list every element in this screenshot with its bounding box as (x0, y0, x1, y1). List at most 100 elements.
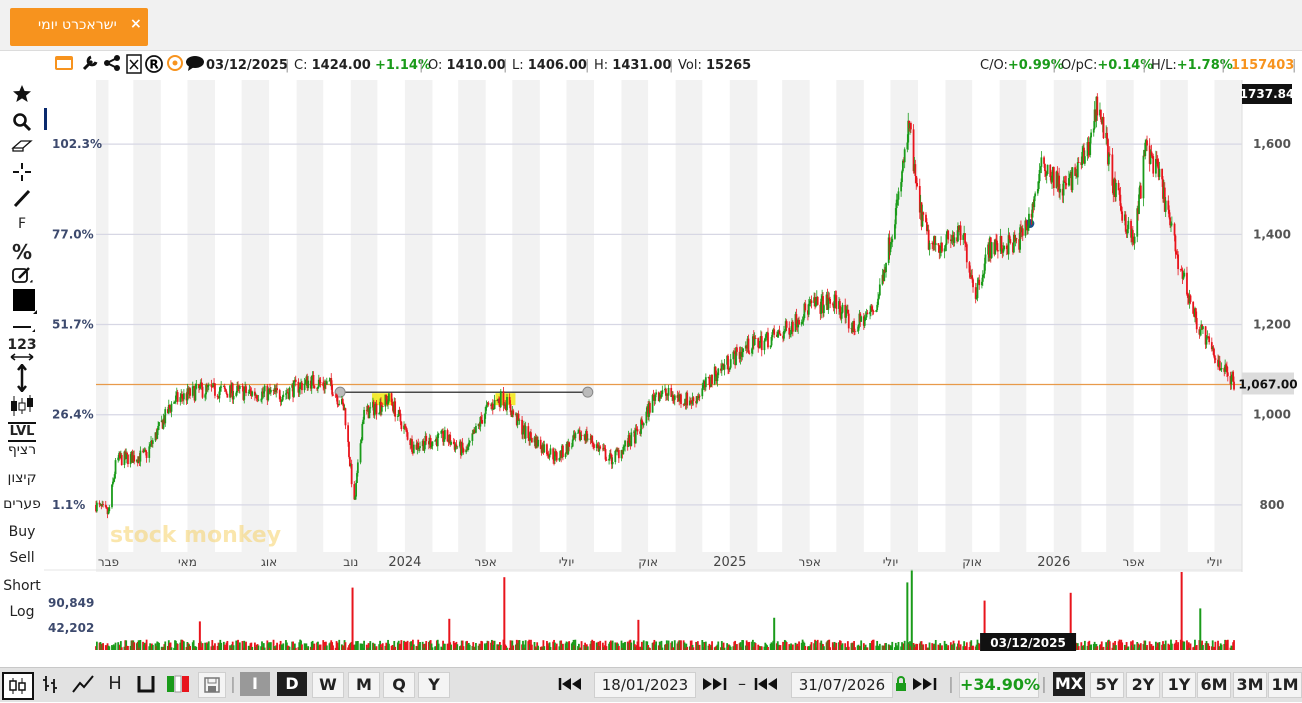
line-width-icon[interactable] (0, 318, 44, 337)
eraser-icon[interactable] (0, 138, 44, 158)
fibonacci-tool[interactable]: F (0, 216, 44, 232)
comment-icon[interactable] (185, 54, 205, 74)
sell-button[interactable]: Sell (0, 550, 44, 566)
continuous-toggle[interactable]: רציף (0, 442, 44, 458)
volume-bar (133, 642, 136, 650)
heikin-ashi-type-icon[interactable] (164, 672, 192, 696)
chart-area[interactable]: פבר מאי אוג נוב 2024 אפר יולי אוק 2025 אפר יולי אוק… (44, 80, 1300, 667)
candle-body (841, 304, 844, 313)
candle-body (245, 386, 247, 394)
volume-bar (742, 640, 745, 650)
candle-body (1124, 214, 1127, 232)
interval-quarterly[interactable]: Q (383, 672, 415, 698)
close-icon[interactable]: × (130, 16, 142, 32)
volume-bar (425, 641, 428, 650)
price-chart[interactable]: פבר מאי אוג נוב 2024 אפר יולי אוק 2025 אפר יולי אוק… (44, 80, 1300, 667)
candle-body (586, 438, 589, 440)
candle-body (1102, 116, 1105, 139)
interval-daily[interactable]: D (277, 672, 307, 696)
number-scale-tool[interactable]: 123 (0, 338, 44, 361)
candle-body (282, 394, 285, 398)
volume-bar (170, 647, 173, 650)
wrench-icon[interactable] (80, 54, 100, 74)
range-1y[interactable]: 1Y (1162, 672, 1196, 698)
end-date-field[interactable]: 31/07/2026 (791, 672, 893, 698)
candle-body (748, 352, 751, 354)
candle-body (1052, 167, 1055, 189)
candle-body (1183, 272, 1186, 277)
range-6m[interactable]: 6M (1197, 672, 1231, 698)
target-icon[interactable] (165, 54, 185, 74)
short-button[interactable]: Short (0, 578, 44, 594)
range-max[interactable]: MX (1053, 672, 1085, 696)
ohlc-type-icon[interactable] (36, 672, 64, 696)
interval-intraday[interactable]: I (240, 672, 270, 696)
excel-icon[interactable] (124, 54, 144, 74)
line-type-icon[interactable] (68, 672, 98, 696)
candle-body (363, 409, 365, 420)
window-icon[interactable] (54, 54, 74, 74)
volume-bar (475, 642, 477, 650)
candle-body (816, 296, 819, 305)
volume-bar (443, 643, 446, 650)
registered-icon[interactable]: R (144, 54, 164, 74)
gaps-toggle[interactable]: פערים (0, 496, 44, 512)
crosshair-icon[interactable] (0, 162, 44, 186)
volume-bar (754, 643, 757, 650)
end-back-icon[interactable] (752, 672, 788, 696)
candles-icon[interactable] (0, 394, 44, 422)
info-bar: R 03/12/2025 | C: 1424.00 +1.14% | O: 14… (0, 52, 1302, 130)
candle-body (962, 235, 965, 240)
save-icon[interactable] (198, 672, 226, 698)
interval-weekly[interactable]: W (312, 672, 344, 698)
volume-bar (841, 643, 844, 650)
interval-yearly[interactable]: Y (418, 672, 450, 698)
area-type-icon[interactable] (132, 672, 160, 696)
color-picker-icon[interactable] (0, 288, 44, 318)
range-5y[interactable]: 5Y (1090, 672, 1124, 698)
volume-bar (823, 646, 825, 650)
volume-bar (562, 643, 564, 650)
candlestick-type-icon[interactable] (2, 672, 34, 700)
candle-body (1046, 164, 1049, 175)
range-1m[interactable]: 1M (1268, 672, 1302, 698)
start-date-field[interactable]: 18/01/2023 (594, 672, 696, 698)
search-icon[interactable] (0, 112, 44, 136)
volume-bar (537, 645, 539, 650)
extreme-toggle[interactable]: קיצון (0, 470, 44, 486)
tab-isracard-daily[interactable]: ישראכרט יומי × (10, 8, 148, 46)
volume-bar (375, 646, 378, 650)
vertical-scale-icon[interactable] (0, 362, 44, 396)
volume-bar (363, 640, 365, 650)
range-3m[interactable]: 3M (1233, 672, 1267, 698)
candle-body (1025, 220, 1028, 228)
start-back-icon[interactable] (556, 672, 592, 696)
note-edit-icon[interactable] (0, 266, 44, 288)
candle-body (299, 383, 302, 390)
candle-body (1062, 180, 1065, 196)
volume-bar (717, 641, 720, 650)
candle-body (530, 432, 532, 438)
volume-bar (1164, 640, 1167, 650)
line-tool-icon[interactable] (0, 188, 44, 212)
star-icon[interactable] (0, 84, 44, 108)
lock-icon[interactable] (894, 672, 908, 696)
number-scale-label: 123 (7, 337, 37, 353)
percent-tool[interactable]: % (0, 240, 44, 264)
level-tool[interactable]: LVL (8, 422, 36, 442)
interval-monthly[interactable]: M (348, 672, 380, 698)
range-2y[interactable]: 2Y (1126, 672, 1160, 698)
volume-bar (941, 645, 943, 650)
candle-body (763, 340, 766, 351)
share-icon[interactable] (102, 54, 122, 74)
volume-bar (189, 645, 191, 650)
end-forward-icon[interactable] (908, 672, 944, 696)
log-scale-toggle[interactable]: Log (0, 604, 44, 620)
candle-body (475, 426, 477, 433)
candle-body (798, 319, 800, 325)
volume-bar (605, 646, 608, 650)
start-forward-icon[interactable] (698, 672, 734, 696)
buy-button[interactable]: Buy (0, 524, 44, 540)
hlc-type-icon[interactable]: H (102, 672, 128, 696)
volume-bar (655, 641, 658, 650)
